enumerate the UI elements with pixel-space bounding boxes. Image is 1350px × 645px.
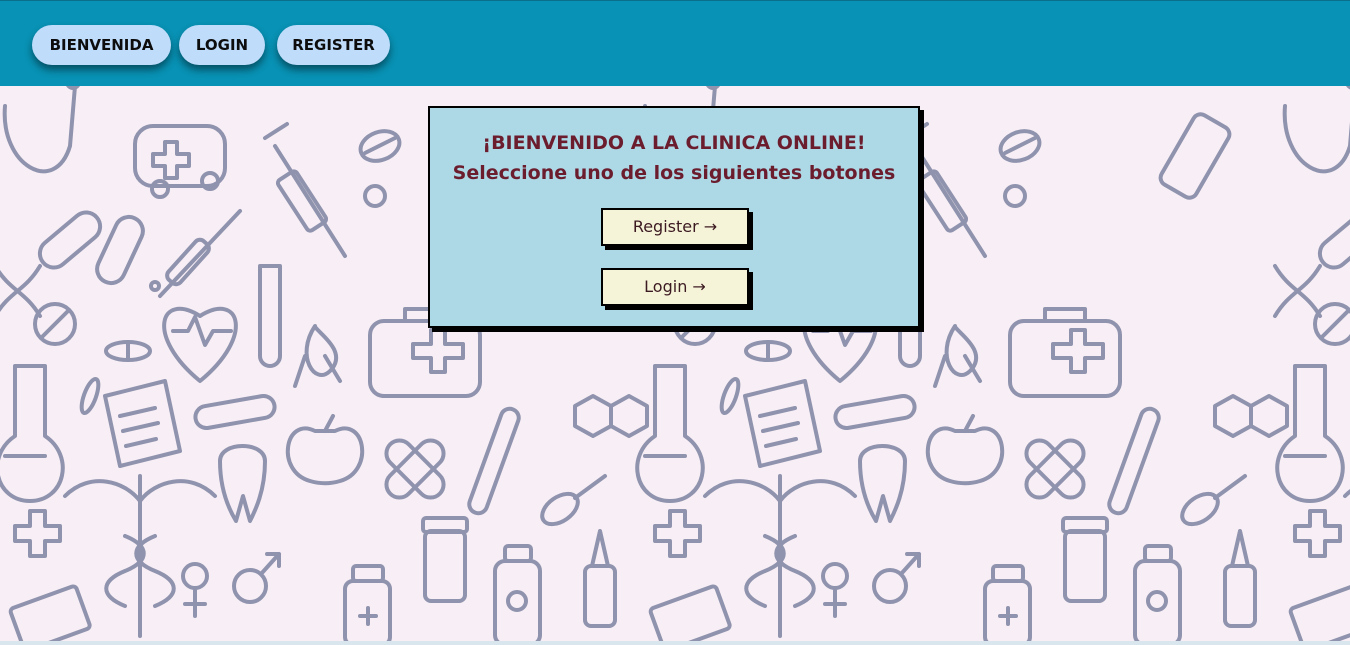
- nav-login-button[interactable]: LOGIN: [179, 25, 265, 65]
- welcome-title: ¡BIENVENIDO A LA CLINICA ONLINE!: [482, 132, 866, 154]
- login-button[interactable]: Login →: [601, 268, 749, 306]
- register-button[interactable]: Register →: [601, 208, 749, 246]
- welcome-card: ¡BIENVENIDO A LA CLINICA ONLINE! Selecci…: [428, 106, 920, 328]
- welcome-subtitle: Seleccione uno de los siguientes botones: [452, 162, 896, 184]
- nav-register-button[interactable]: REGISTER: [277, 25, 390, 65]
- top-navbar: BIENVENIDA LOGIN REGISTER: [0, 0, 1350, 86]
- nav-bienvenida-button[interactable]: BIENVENIDA: [32, 25, 171, 65]
- bottom-scrollbar[interactable]: [0, 641, 1350, 645]
